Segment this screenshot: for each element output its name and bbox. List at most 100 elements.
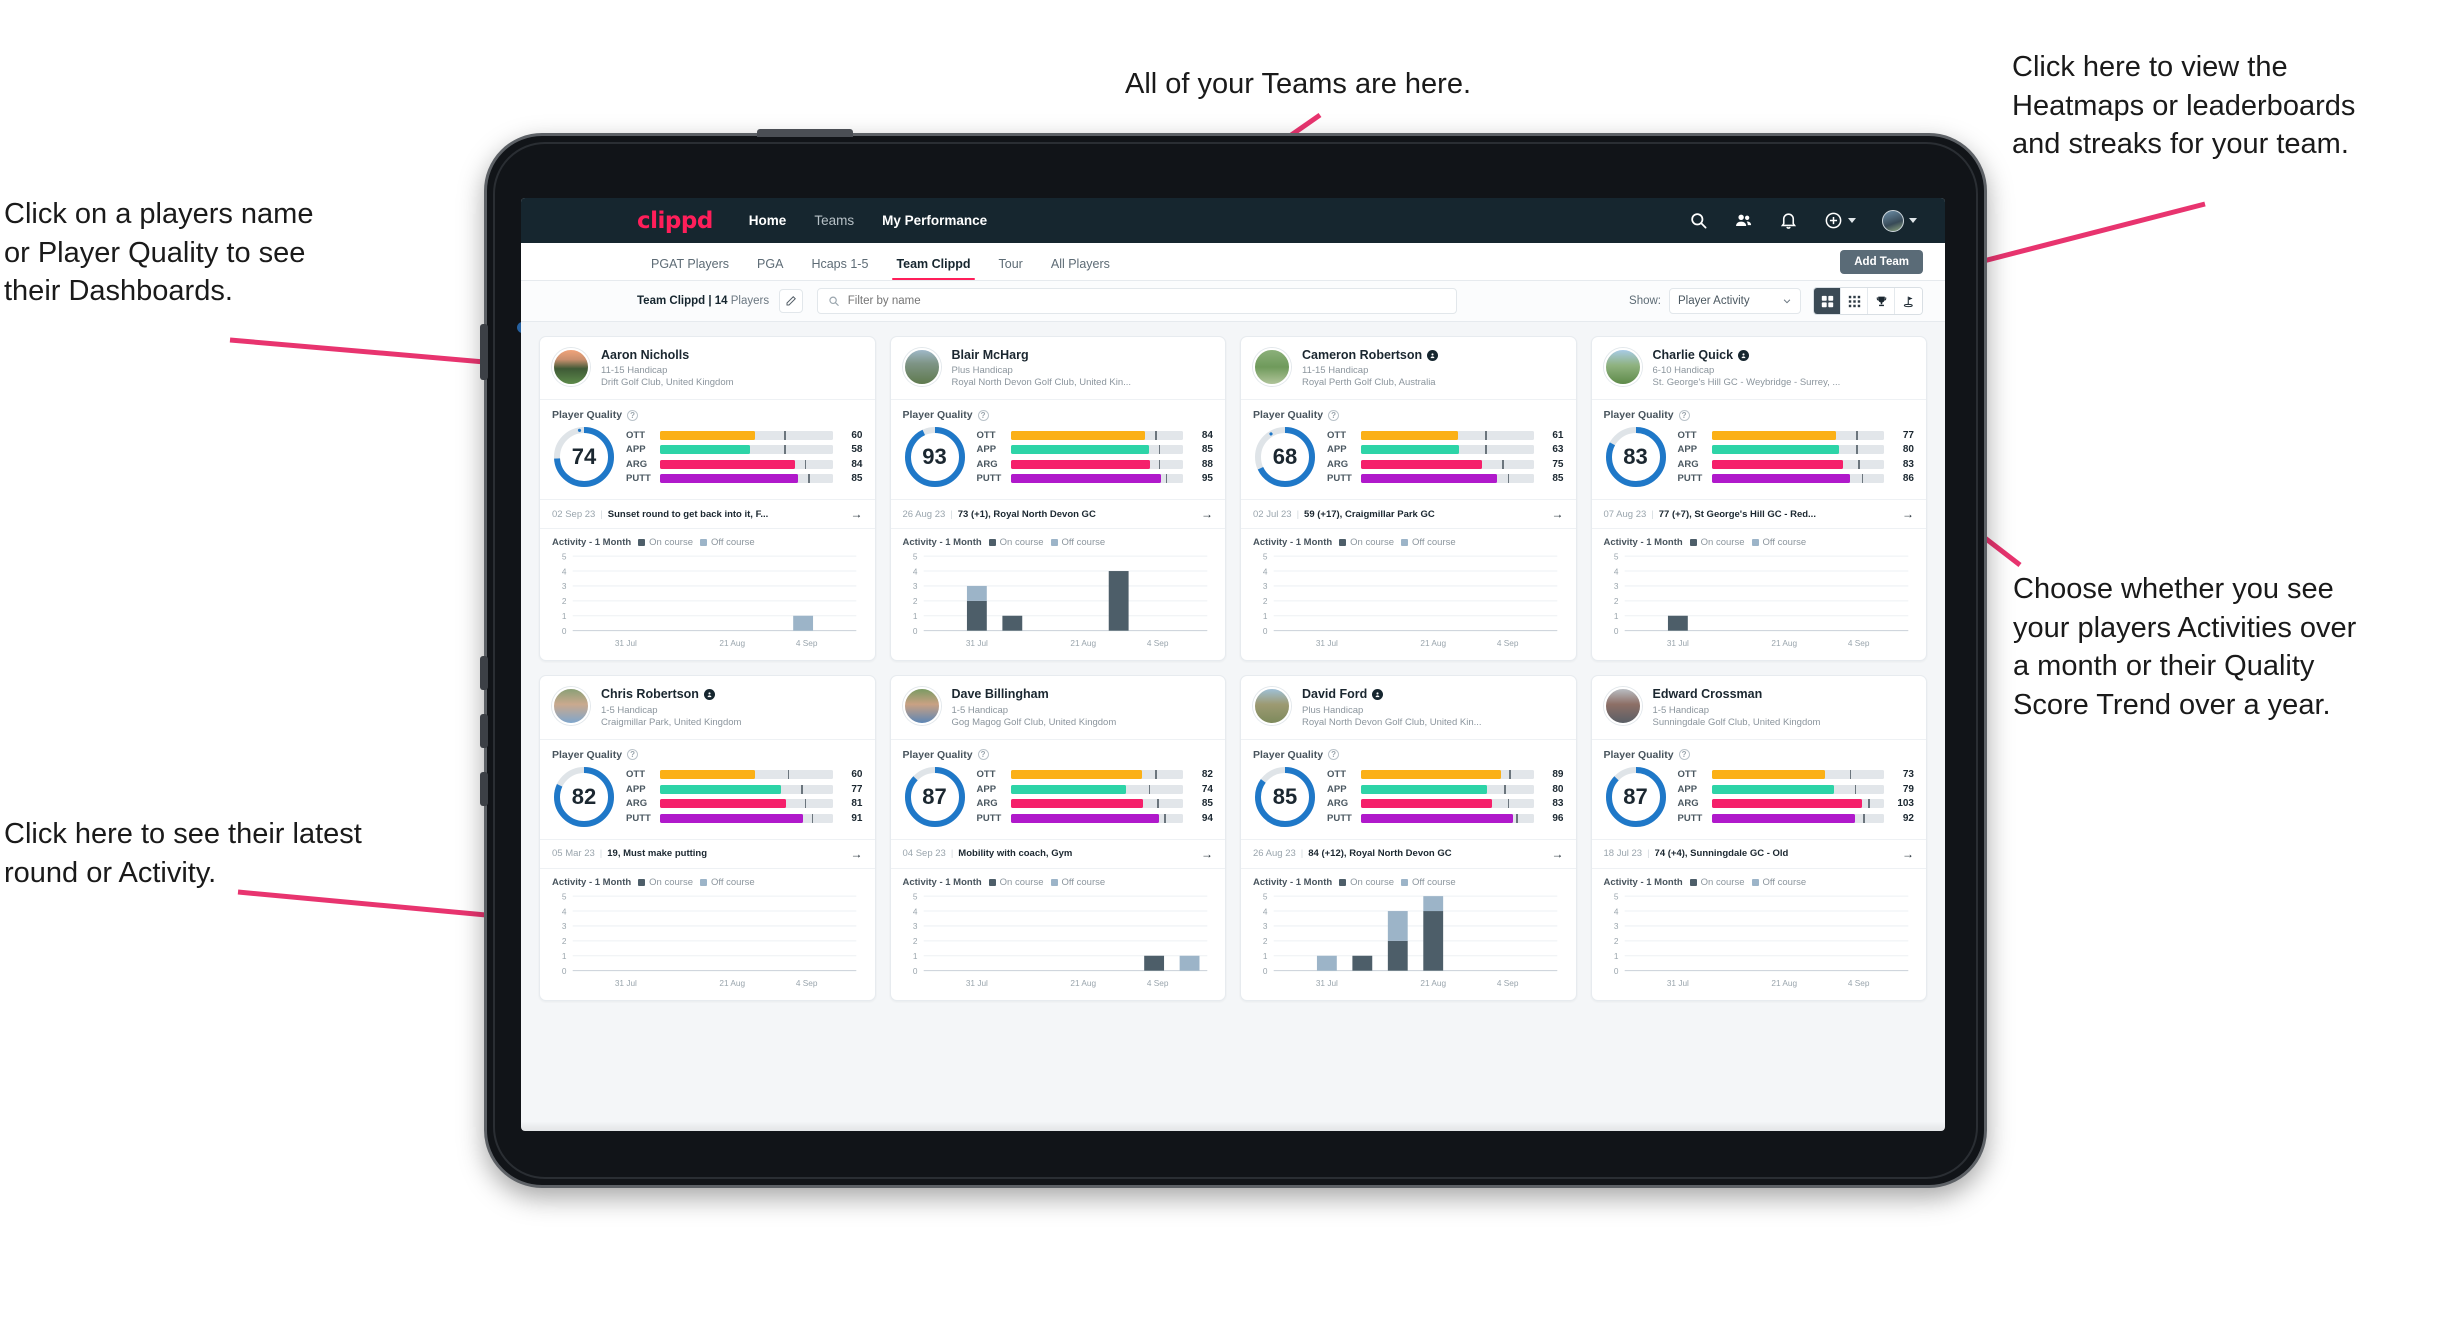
latest-round-row[interactable]: 26 Aug 23 | 73 (+1), Royal North Devon GC → [890,499,1225,530]
help-icon[interactable]: ? [1328,409,1340,421]
player-card[interactable]: Charlie Quick 6-10 Handicap St. George's H… [1590,336,1927,662]
latest-round-row[interactable]: 04 Sep 23 | Mobility with coach, Gym → [890,838,1225,869]
quality-score-ring[interactable]: 74 [552,425,616,489]
player-card[interactable]: Dave Billingham 1-5 Handicap Gog Magog Gol… [889,675,1226,1001]
tab-tour[interactable]: Tour [985,257,1037,280]
player-name-row[interactable]: Dave Billingham [952,687,1214,701]
player-avatar[interactable] [902,348,941,386]
player-quality-body[interactable]: 85 OTT 89 APP 80 ARG 83 PUTT 96 [1241,763,1576,839]
player-card-header[interactable]: Aaron Nicholls 11-15 Handicap Drift Golf C… [540,337,875,401]
player-card[interactable]: Cameron Robertson 11-15 Handicap Royal Per… [1240,336,1577,662]
help-icon[interactable]: ? [1678,409,1690,421]
nav-home[interactable]: Home [749,213,787,228]
arrow-right-icon[interactable]: → [1902,507,1914,521]
quality-score-ring[interactable]: 82 [552,765,616,829]
edit-team-button[interactable] [779,289,804,313]
player-name[interactable]: Charlie Quick [1653,348,1734,362]
tab-pgat-players[interactable]: PGAT Players [637,257,743,280]
add-menu[interactable] [1824,211,1856,230]
view-leaderboard-button[interactable] [1868,288,1895,314]
avatar[interactable] [1882,209,1904,232]
player-name-row[interactable]: Aaron Nicholls [601,348,863,362]
player-quality-body[interactable]: 82 OTT 60 APP 77 ARG 81 PUTT 91 [540,763,875,839]
quality-score-ring[interactable]: 87 [903,765,967,829]
add-team-button[interactable]: Add Team [1840,250,1923,274]
quality-score-ring[interactable]: 83 [1604,425,1668,489]
help-icon[interactable]: ? [977,409,989,421]
arrow-right-icon[interactable]: → [851,507,863,521]
help-icon[interactable]: ? [627,409,639,421]
player-avatar[interactable] [1253,687,1291,726]
people-icon[interactable] [1734,211,1753,230]
tab-all-players[interactable]: All Players [1037,257,1124,280]
player-quality-body[interactable]: 74 OTT 60 APP 58 ARG 84 PUTT 85 [540,423,875,499]
view-grid-large-button[interactable] [1814,288,1841,314]
arrow-right-icon[interactable]: → [1902,847,1914,861]
player-avatar[interactable] [1603,687,1642,726]
clippd-logo[interactable]: clippd [637,208,713,234]
tab-team-clippd[interactable]: Team Clippd [882,257,984,280]
player-name-row[interactable]: Chris Robertson [601,687,863,701]
quality-score-ring[interactable]: 87 [1604,765,1668,829]
tab-pga[interactable]: PGA [743,257,797,280]
help-icon[interactable]: ? [1328,749,1340,761]
player-name-row[interactable]: Charlie Quick [1653,348,1915,362]
player-quality-body[interactable]: 93 OTT 84 APP 85 ARG 88 PUTT 95 [891,423,1226,499]
player-card-header[interactable]: Chris Robertson 1-5 Handicap Craigmillar P… [540,676,875,740]
player-card-header[interactable]: Dave Billingham 1-5 Handicap Gog Magog Gol… [890,676,1225,740]
player-card-header[interactable]: Charlie Quick 6-10 Handicap St. George's H… [1591,337,1926,401]
player-name-row[interactable]: David Ford [1302,687,1564,701]
show-select[interactable]: Player Activity [1669,288,1801,314]
nav-my-performance[interactable]: My Performance [882,213,987,228]
latest-round-row[interactable]: 18 Jul 23 | 74 (+4), Sunningdale GC - Old → [1591,838,1926,869]
player-name[interactable]: David Ford [1302,687,1367,701]
player-name[interactable]: Dave Billingham [952,687,1049,701]
latest-round-row[interactable]: 07 Aug 23 | 77 (+7), St George's Hill GC -… [1591,499,1926,530]
player-name-row[interactable]: Cameron Robertson [1302,348,1564,362]
search-icon[interactable] [1689,211,1708,230]
profile-menu[interactable] [1882,209,1917,232]
player-avatar[interactable] [1603,348,1642,386]
arrow-right-icon[interactable]: → [1201,847,1213,861]
player-name-row[interactable]: Blair McHarg [952,348,1214,362]
view-course-button[interactable] [1895,288,1922,314]
player-avatar[interactable] [1253,348,1291,386]
player-card-header[interactable]: Cameron Robertson 11-15 Handicap Royal Per… [1241,337,1576,401]
player-card[interactable]: Edward Crossman 1-5 Handicap Sunningdale G… [1590,675,1927,1001]
player-name[interactable]: Edward Crossman [1653,687,1763,701]
player-quality-body[interactable]: 87 OTT 82 APP 74 ARG 85 PUTT 94 [891,763,1226,839]
search-box[interactable] [817,288,1458,314]
latest-round-row[interactable]: 02 Jul 23 | 59 (+17), Craigmillar Park GC → [1241,499,1576,530]
bell-icon[interactable] [1779,211,1798,230]
player-card[interactable]: Blair McHarg Plus Handicap Royal North Dev… [889,336,1226,662]
player-card-header[interactable]: Edward Crossman 1-5 Handicap Sunningdale G… [1591,676,1926,740]
arrow-right-icon[interactable]: → [1552,847,1564,861]
quality-score-ring[interactable]: 68 [1253,425,1317,489]
player-avatar[interactable] [552,348,590,386]
player-quality-body[interactable]: 68 OTT 61 APP 63 ARG 75 PUTT 85 [1241,423,1576,499]
player-name-row[interactable]: Edward Crossman [1653,687,1915,701]
player-name[interactable]: Cameron Robertson [1302,348,1422,362]
player-name[interactable]: Chris Robertson [601,687,699,701]
latest-round-row[interactable]: 02 Sep 23 | Sunset round to get back into … [540,499,875,530]
latest-round-row[interactable]: 26 Aug 23 | 84 (+12), Royal North Devon GC… [1241,838,1576,869]
view-grid-small-button[interactable] [1841,288,1868,314]
arrow-right-icon[interactable]: → [851,847,863,861]
player-quality-body[interactable]: 83 OTT 77 APP 80 ARG 83 PUTT 86 [1592,423,1927,499]
player-name[interactable]: Blair McHarg [952,348,1029,362]
tab-hcaps-1-5[interactable]: Hcaps 1-5 [797,257,882,280]
search-input[interactable] [847,295,1447,307]
player-avatar[interactable] [902,687,941,726]
plus-circle-icon[interactable] [1824,211,1843,230]
nav-teams[interactable]: Teams [814,213,854,228]
player-card[interactable]: David Ford Plus Handicap Royal North Devon… [1240,675,1577,1001]
quality-score-ring[interactable]: 85 [1253,765,1317,829]
player-quality-body[interactable]: 87 OTT 73 APP 79 ARG 103 PUTT 92 [1592,763,1927,839]
player-card[interactable]: Aaron Nicholls 11-15 Handicap Drift Golf C… [539,336,876,662]
quality-score-ring[interactable]: 93 [903,425,967,489]
arrow-right-icon[interactable]: → [1201,507,1213,521]
player-card-header[interactable]: David Ford Plus Handicap Royal North Devon… [1241,676,1576,740]
help-icon[interactable]: ? [977,749,989,761]
player-card[interactable]: Chris Robertson 1-5 Handicap Craigmillar P… [539,675,876,1001]
player-name[interactable]: Aaron Nicholls [601,348,689,362]
